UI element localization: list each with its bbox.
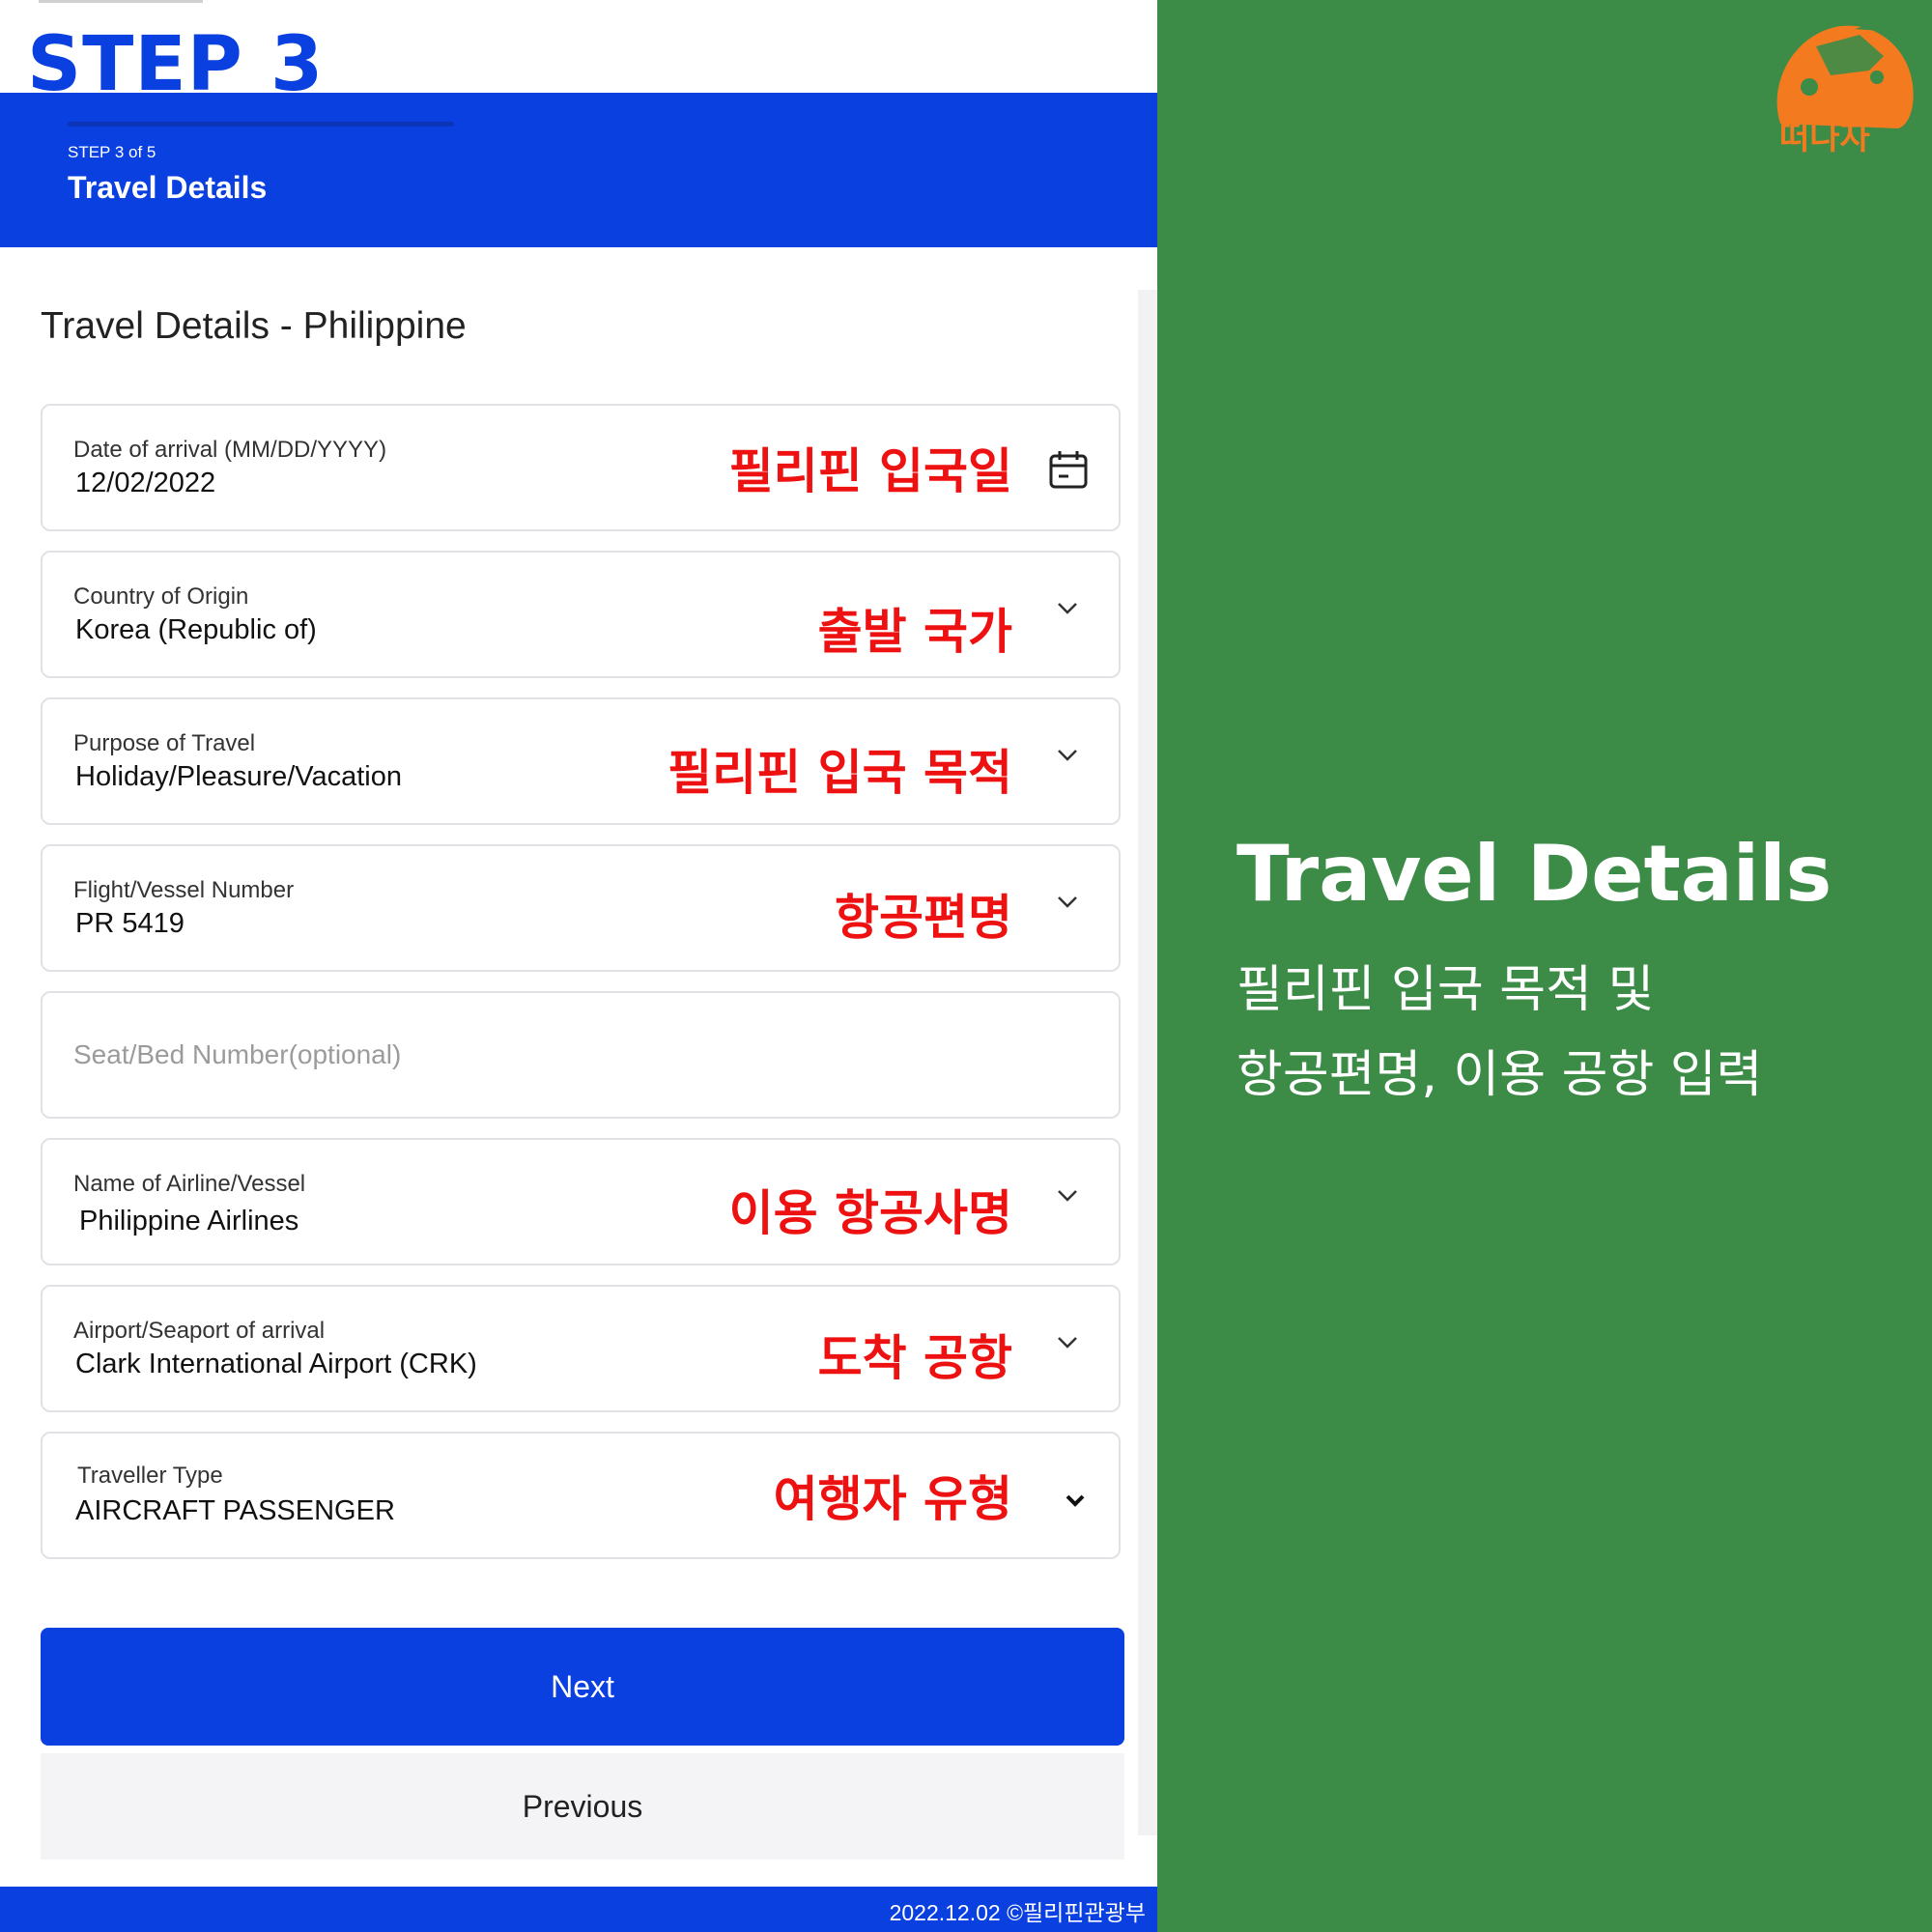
form-screenshot: STEP 3 STEP 3 of 5 Travel Details Travel… [0,0,1157,1932]
header-title: Travel Details [68,170,268,205]
panel-subtitle-line2: 항공편명, 이용 공항 입력 [1236,1046,1763,1104]
field-value: Korea (Republic of) [75,614,317,645]
field-label: Airport/Seaport of arrival [73,1318,326,1344]
field-value: Philippine Airlines [79,1206,299,1236]
arrival-airport-select[interactable]: Airport/Seaport of arrival Clark Interna… [41,1285,1121,1412]
country-of-origin-select[interactable]: Country of Origin Korea (Republic of) 출발… [41,551,1121,678]
calendar-icon[interactable] [1047,448,1090,491]
annotation-label: 이용 항공사명 [728,1185,1012,1241]
seat-number-input[interactable]: Seat/Bed Number(optional) [41,991,1121,1119]
field-label: Purpose of Travel [73,730,256,756]
chevron-down-icon [1058,896,1077,908]
form-title: Travel Details - Philippine [41,305,467,347]
chevron-down-icon [1065,1494,1085,1507]
annotation-label: 여행자 유형 [773,1471,1012,1527]
field-value: 12/02/2022 [75,468,216,498]
step-label: STEP 3 [27,21,325,108]
annotation-label: 필리핀 입국일 [728,443,1012,499]
chevron-down-icon [1058,1337,1077,1349]
traveller-type-select[interactable]: Traveller Type AIRCRAFT PASSENGER 여행자 유형 [41,1432,1121,1559]
footer-credit: 2022.12.02 ©필리핀관광부 [889,1900,1146,1925]
airline-name-select[interactable]: Name of Airline/Vessel Philippine Airlin… [41,1138,1121,1265]
field-label: Traveller Type [77,1463,223,1489]
brand-logo-text: 떠나자 [1779,119,1870,157]
panel-title: Travel Details [1236,829,1833,919]
step-count: STEP 3 of 5 [68,143,156,161]
field-label: Country of Origin [73,583,249,610]
progress-bar [68,122,454,127]
flight-number-select[interactable]: Flight/Vessel Number PR 5419 항공편명 [41,844,1121,972]
field-label: Name of Airline/Vessel [73,1171,306,1197]
chevron-down-icon [1058,603,1077,614]
previous-button[interactable]: Previous [41,1753,1124,1860]
field-placeholder: Seat/Bed Number(optional) [73,1039,402,1069]
panel-subtitle-line1: 필리핀 입국 목적 및 [1236,961,1655,1019]
side-shade [1138,290,1157,1835]
purpose-of-travel-select[interactable]: Purpose of Travel Holiday/Pleasure/Vacat… [41,697,1121,825]
form-header: STEP 3 of 5 Travel Details [0,93,1157,247]
field-value: Holiday/Pleasure/Vacation [75,761,402,792]
field-value: PR 5419 [75,908,185,939]
footer-bar: 2022.12.02 ©필리핀관광부 [0,1887,1157,1932]
annotation-label: 필리핀 입국 목적 [668,745,1012,801]
annotation-label: 출발 국가 [817,604,1012,660]
field-value: AIRCRAFT PASSENGER [75,1495,395,1526]
annotation-label: 항공편명 [835,890,1012,946]
field-label: Flight/Vessel Number [73,877,295,903]
top-divider [39,0,203,3]
field-label: Date of arrival (MM/DD/YYYY) [73,437,387,463]
field-value: Clark International Airport (CRK) [75,1349,477,1379]
chevron-down-icon [1058,1190,1077,1202]
date-of-arrival-field[interactable]: Date of arrival (MM/DD/YYYY) 12/02/2022 … [41,404,1121,531]
chevron-down-icon [1058,750,1077,761]
next-button[interactable]: Next [41,1628,1124,1746]
annotation-label: 도착 공항 [817,1330,1012,1386]
